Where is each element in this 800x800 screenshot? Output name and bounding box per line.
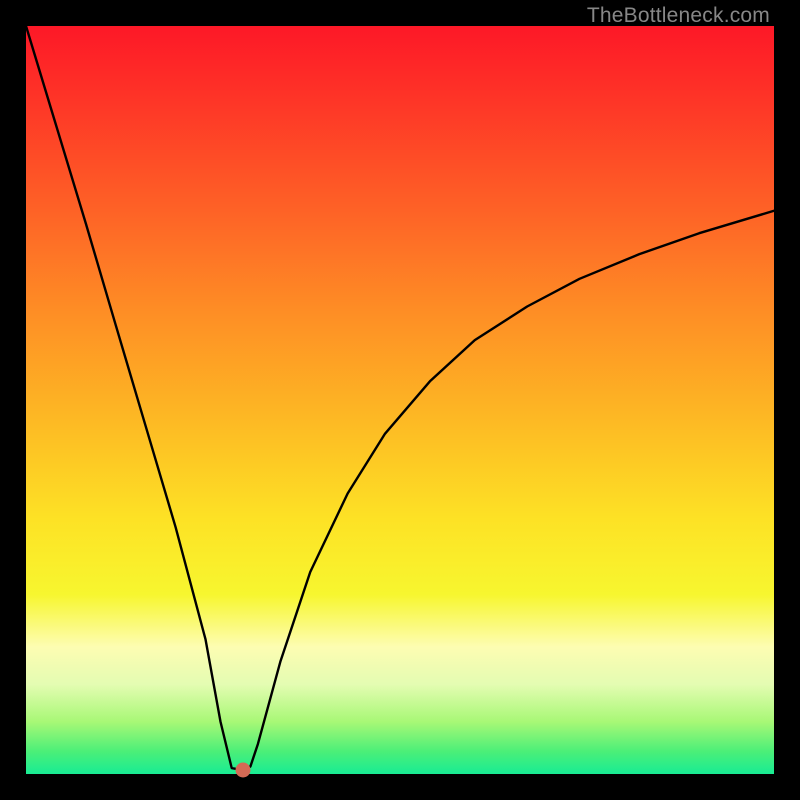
watermark-text: TheBottleneck.com: [587, 4, 770, 28]
bottleneck-curve: [26, 26, 774, 774]
optimal-point-marker: [235, 763, 250, 778]
plot-area: [26, 26, 774, 774]
chart-frame: TheBottleneck.com: [0, 0, 800, 800]
